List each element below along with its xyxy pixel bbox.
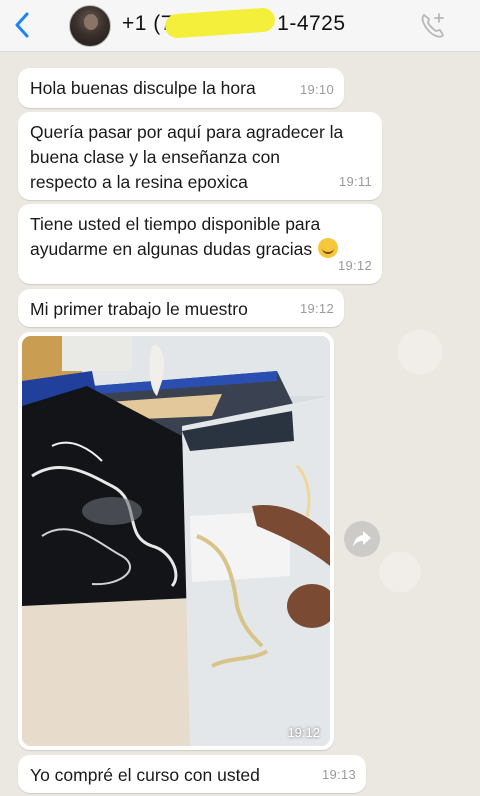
message-time: 19:13 <box>321 767 356 782</box>
message-text: Hola buenas disculpe la hora <box>30 78 256 98</box>
message-time: 19:11 <box>338 174 372 189</box>
message-bubble[interactable]: Hola buenas disculpe la hora 19:10 <box>18 68 344 108</box>
message-bubble[interactable]: Yo compré el curso con usted 19:13 <box>18 755 366 793</box>
contact-avatar[interactable] <box>69 5 111 47</box>
epoxy-countertop-photo[interactable]: 19:12 <box>22 336 330 746</box>
image-message[interactable]: 19:12 <box>18 332 334 750</box>
message-time: 19:10 <box>299 82 334 97</box>
call-button[interactable] <box>418 11 448 41</box>
contact-name-suffix: 1-4725 <box>277 12 346 35</box>
message-bubble[interactable]: Tiene usted el tiempo disponible para ay… <box>18 204 382 284</box>
chat-header: +1 (78 1-4725 <box>0 0 480 52</box>
photo-illustration <box>22 336 330 746</box>
back-button[interactable] <box>10 11 34 39</box>
forward-icon <box>353 531 371 547</box>
message-text: Mi primer trabajo le muestro <box>30 299 248 319</box>
message-bubble[interactable]: Mi primer trabajo le muestro 19:12 <box>18 289 344 327</box>
message-text: Yo compré el curso con usted <box>30 765 260 785</box>
chevron-left-icon <box>15 12 29 38</box>
chat-area[interactable]: Hola buenas disculpe la hora 19:10 Querí… <box>0 52 480 796</box>
message-bubble[interactable]: Quería pasar por aquí para agradecer la … <box>18 112 382 200</box>
message-time: 19:12 <box>299 301 334 316</box>
message-text: Tiene usted el tiempo disponible para ay… <box>30 214 321 259</box>
phone-add-icon <box>421 13 444 38</box>
message-text: Quería pasar por aquí para agradecer la … <box>30 122 344 192</box>
forward-button[interactable] <box>344 521 380 557</box>
image-time: 19:12 <box>287 725 320 740</box>
message-time: 19:12 <box>337 258 372 273</box>
relieved-face-icon <box>318 238 339 258</box>
